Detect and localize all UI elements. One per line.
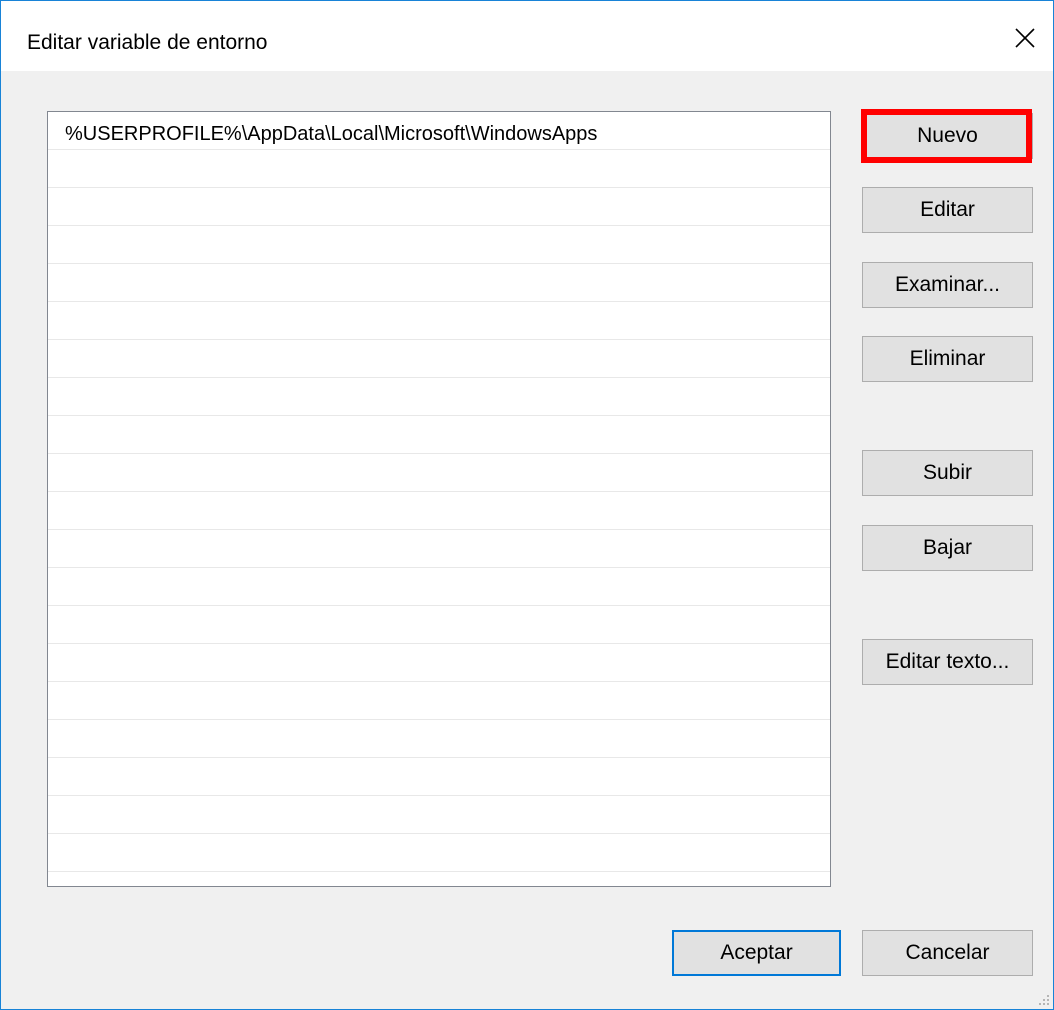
list-item[interactable] — [48, 454, 830, 492]
nuevo-button[interactable]: Nuevo — [862, 113, 1033, 159]
close-icon — [1015, 28, 1035, 48]
list-item[interactable] — [48, 416, 830, 454]
list-item[interactable] — [48, 834, 830, 872]
list-item[interactable] — [48, 340, 830, 378]
list-item[interactable] — [48, 492, 830, 530]
list-item[interactable] — [48, 796, 830, 834]
list-item[interactable] — [48, 758, 830, 796]
cancelar-button[interactable]: Cancelar — [862, 930, 1033, 976]
edit-environment-variable-dialog: Editar variable de entorno %USERPROFILE%… — [0, 0, 1054, 1010]
editar-button[interactable]: Editar — [862, 187, 1033, 233]
list-item-text: %USERPROFILE%\AppData\Local\Microsoft\Wi… — [65, 123, 598, 145]
eliminar-button[interactable]: Eliminar — [862, 336, 1033, 382]
bajar-button-label: Bajar — [922, 536, 973, 559]
close-button[interactable] — [997, 11, 1053, 67]
cancelar-button-label: Cancelar — [905, 941, 990, 964]
list-item[interactable] — [48, 264, 830, 302]
list-item[interactable] — [48, 606, 830, 644]
list-item[interactable] — [48, 568, 830, 606]
examinar-button[interactable]: Examinar... — [862, 262, 1033, 308]
eliminar-button-label: Eliminar — [909, 347, 986, 370]
list-item[interactable] — [48, 644, 830, 682]
path-entries-list[interactable]: %USERPROFILE%\AppData\Local\Microsoft\Wi… — [47, 111, 831, 887]
list-item[interactable] — [48, 872, 830, 886]
editar-button-label: Editar — [920, 198, 975, 221]
resize-grip-icon[interactable] — [1038, 994, 1050, 1006]
editar-texto-button[interactable]: Editar texto... — [862, 639, 1033, 685]
list-item[interactable] — [48, 188, 830, 226]
list-item[interactable]: %USERPROFILE%\AppData\Local\Microsoft\Wi… — [48, 112, 830, 150]
nuevo-button-label: Nuevo — [917, 124, 978, 147]
list-item[interactable] — [48, 302, 830, 340]
window-title: Editar variable de entorno — [27, 31, 268, 54]
subir-button[interactable]: Subir — [862, 450, 1033, 496]
list-item[interactable] — [48, 226, 830, 264]
bajar-button[interactable]: Bajar — [862, 525, 1033, 571]
examinar-button-label: Examinar... — [894, 273, 1001, 296]
aceptar-button[interactable]: Aceptar — [672, 930, 841, 976]
list-item[interactable] — [48, 530, 830, 568]
aceptar-button-label: Aceptar — [720, 941, 793, 964]
editar-texto-button-label: Editar texto... — [885, 650, 1010, 673]
list-item[interactable] — [48, 682, 830, 720]
subir-button-label: Subir — [922, 461, 973, 484]
list-item[interactable] — [48, 150, 830, 188]
title-bar: Editar variable de entorno — [1, 1, 1053, 71]
list-item[interactable] — [48, 378, 830, 416]
list-item[interactable] — [48, 720, 830, 758]
